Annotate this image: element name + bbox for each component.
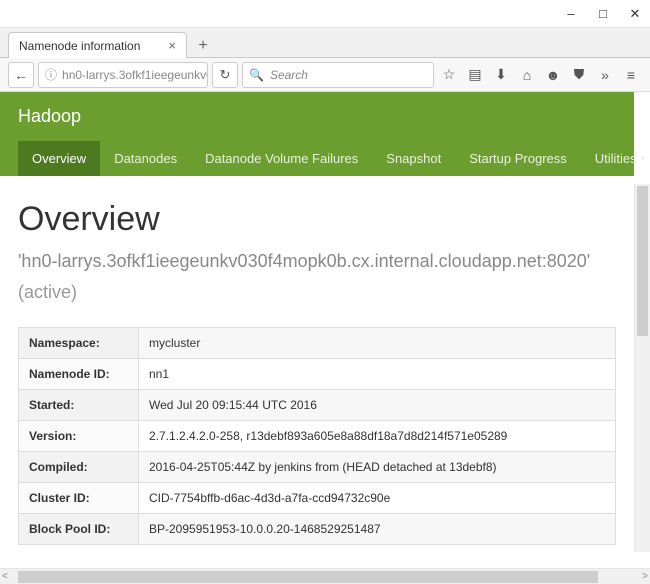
- window-titlebar: – □ ✕: [0, 0, 650, 28]
- cell-key: Compiled:: [19, 452, 139, 483]
- scroll-right-icon[interactable]: >: [642, 571, 648, 582]
- hadoop-nav: Overview Datanodes Datanode Volume Failu…: [18, 141, 616, 176]
- cell-value: BP-2095951953-10.0.0.20-1468529251487: [139, 514, 616, 545]
- back-button[interactable]: ←: [8, 62, 34, 88]
- tab-title: Namenode information: [19, 39, 140, 53]
- scroll-thumb[interactable]: [18, 571, 598, 583]
- browser-toolbar: ← ⓘ hn0-larrys.3ofkf1ieegeunkv030f ↻ 🔍 S…: [0, 58, 650, 92]
- browser-tab[interactable]: Namenode information ×: [8, 32, 187, 58]
- vertical-scrollbar[interactable]: [634, 184, 650, 552]
- cell-key: Namenode ID:: [19, 359, 139, 390]
- info-icon: ⓘ: [45, 66, 57, 83]
- info-table: Namespace: mycluster Namenode ID: nn1 St…: [18, 327, 616, 545]
- tab-utilities[interactable]: Utilities▾: [581, 141, 650, 176]
- cell-key: Version:: [19, 421, 139, 452]
- cell-value: Wed Jul 20 09:15:44 UTC 2016: [139, 390, 616, 421]
- pocket-icon[interactable]: ⛊: [568, 64, 590, 86]
- cell-key: Started:: [19, 390, 139, 421]
- cell-key: Cluster ID:: [19, 483, 139, 514]
- hadoop-brand: Hadoop: [18, 106, 616, 127]
- page-viewport: Hadoop Overview Datanodes Datanode Volum…: [0, 92, 650, 568]
- chevron-down-icon: ▾: [641, 153, 646, 164]
- close-button[interactable]: ✕: [628, 7, 642, 21]
- tab-volume-failures[interactable]: Datanode Volume Failures: [191, 141, 372, 176]
- tab-snapshot[interactable]: Snapshot: [372, 141, 455, 176]
- browser-tabbar: Namenode information × +: [0, 28, 650, 58]
- hadoop-header: Hadoop Overview Datanodes Datanode Volum…: [0, 92, 634, 176]
- search-placeholder: Search: [270, 68, 308, 82]
- overview-section: Overview 'hn0-larrys.3ofkf1ieegeunkv030f…: [0, 176, 634, 568]
- url-text: hn0-larrys.3ofkf1ieegeunkv030f: [62, 68, 208, 82]
- cell-key: Namespace:: [19, 328, 139, 359]
- new-tab-button[interactable]: +: [191, 35, 215, 57]
- search-bar[interactable]: 🔍 Search: [242, 62, 434, 88]
- table-row: Compiled: 2016-04-25T05:44Z by jenkins f…: [19, 452, 616, 483]
- page-title: Overview: [18, 200, 616, 239]
- scroll-left-icon[interactable]: <: [2, 571, 8, 582]
- cell-value: 2.7.1.2.4.2.0-258, r13debf893a605e8a88df…: [139, 421, 616, 452]
- arrow-left-icon: ←: [14, 67, 28, 83]
- scroll-thumb[interactable]: [637, 186, 648, 336]
- cell-key: Block Pool ID:: [19, 514, 139, 545]
- namenode-status: (active): [18, 282, 616, 303]
- bookmark-star-icon[interactable]: ☆: [438, 64, 460, 86]
- menu-icon[interactable]: ≡: [620, 64, 642, 86]
- reload-icon: ↻: [220, 67, 231, 83]
- maximize-button[interactable]: □: [596, 7, 610, 21]
- table-row: Namespace: mycluster: [19, 328, 616, 359]
- minimize-button[interactable]: –: [564, 7, 578, 21]
- downloads-icon[interactable]: ⬇: [490, 64, 512, 86]
- page-content: Hadoop Overview Datanodes Datanode Volum…: [0, 92, 634, 568]
- table-row: Started: Wed Jul 20 09:15:44 UTC 2016: [19, 390, 616, 421]
- tab-close-icon[interactable]: ×: [168, 38, 176, 53]
- reload-button[interactable]: ↻: [212, 62, 238, 88]
- table-row: Block Pool ID: BP-2095951953-10.0.0.20-1…: [19, 514, 616, 545]
- url-bar[interactable]: ⓘ hn0-larrys.3ofkf1ieegeunkv030f: [38, 62, 208, 88]
- tab-datanodes[interactable]: Datanodes: [100, 141, 191, 176]
- table-row: Version: 2.7.1.2.4.2.0-258, r13debf893a6…: [19, 421, 616, 452]
- table-row: Namenode ID: nn1: [19, 359, 616, 390]
- home-icon[interactable]: ⌂: [516, 64, 538, 86]
- tab-overview[interactable]: Overview: [18, 141, 100, 176]
- cell-value: 2016-04-25T05:44Z by jenkins from (HEAD …: [139, 452, 616, 483]
- cell-value: nn1: [139, 359, 616, 390]
- overflow-icon[interactable]: »: [594, 64, 616, 86]
- table-row: Cluster ID: CID-7754bffb-d6ac-4d3d-a7fa-…: [19, 483, 616, 514]
- cell-value: mycluster: [139, 328, 616, 359]
- search-icon: 🔍: [249, 68, 264, 82]
- cell-value: CID-7754bffb-d6ac-4d3d-a7fa-ccd94732c90e: [139, 483, 616, 514]
- reading-list-icon[interactable]: ▤: [464, 64, 486, 86]
- tab-startup-progress[interactable]: Startup Progress: [455, 141, 581, 176]
- face-icon[interactable]: ☻: [542, 64, 564, 86]
- horizontal-scrollbar[interactable]: < >: [0, 568, 650, 584]
- namenode-host: 'hn0-larrys.3ofkf1ieegeunkv030f4mopk0b.c…: [18, 249, 616, 274]
